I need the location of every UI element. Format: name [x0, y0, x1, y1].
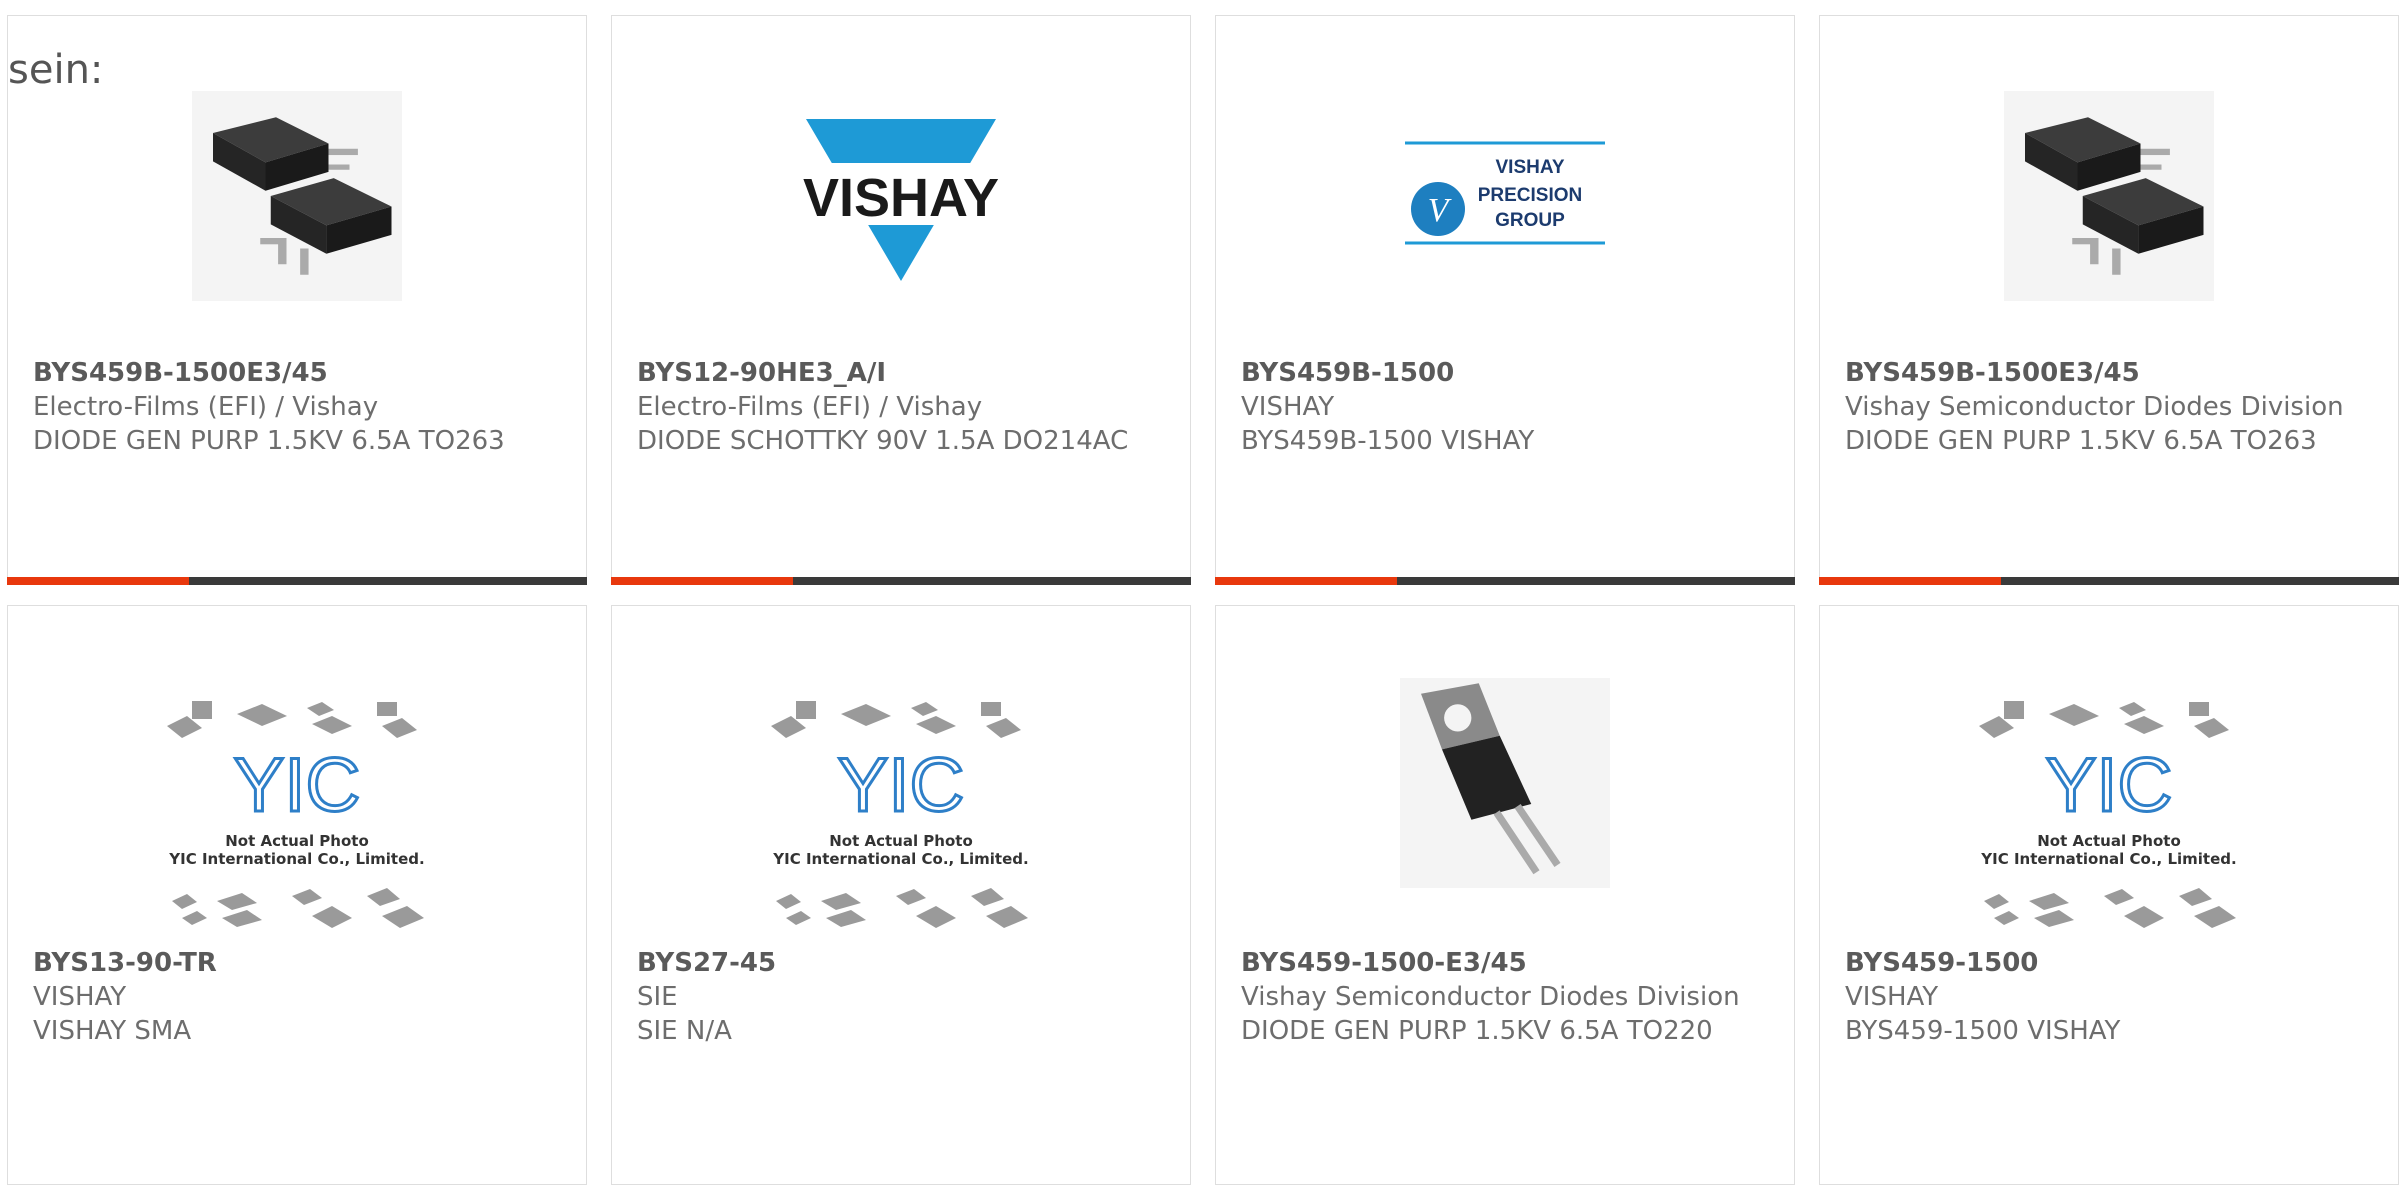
product-image[interactable]: YIC Not Actual Photo YIC International C… [8, 696, 586, 936]
part-number[interactable]: BYS13-90-TR [33, 946, 561, 980]
product-image[interactable]: YIC Not Actual Photo YIC International C… [612, 696, 1190, 936]
manufacturer: Electro-Films (EFI) / Vishay [637, 392, 983, 422]
not-actual-photo-text: Not Actual Photo [225, 832, 369, 850]
product-card[interactable]: YIC Not Actual Photo YIC International C… [1819, 605, 2399, 1185]
product-card[interactable]: V VISHAY PRECISION GROUP BYS459B-1500 VI… [1215, 15, 1795, 585]
yic-company-text: YIC International Co., Limited. [772, 850, 1028, 868]
card-bottom-bar [611, 577, 1191, 585]
yic-company-text: YIC International Co., Limited. [168, 850, 424, 868]
yic-placeholder-icon: YIC Not Actual Photo YIC International C… [167, 701, 425, 928]
card-bottom-bar [7, 577, 587, 585]
product-image[interactable]: VISHAY [612, 91, 1190, 291]
manufacturer: VISHAY [1845, 982, 1939, 1012]
product-card[interactable]: BYS459B-1500E3/45 Vishay Semiconductor D… [1819, 15, 2399, 585]
manufacturer: VISHAY [1241, 392, 1335, 422]
to220-package-icon [1400, 678, 1610, 888]
product-image[interactable] [1820, 91, 2398, 301]
manufacturer: Vishay Semiconductor Diodes Division [1241, 982, 1740, 1012]
description: DIODE SCHOTTKY 90V 1.5A DO214AC [637, 426, 1129, 456]
part-number[interactable]: BYS459-1500-E3/45 [1241, 946, 1769, 980]
product-image[interactable] [8, 91, 586, 301]
description: DIODE GEN PURP 1.5KV 6.5A TO263 [33, 426, 505, 456]
yic-logo-text: YIC [2046, 743, 2173, 828]
card-bottom-bar [1215, 577, 1795, 585]
part-number[interactable]: BYS27-45 [637, 946, 1165, 980]
product-card[interactable]: BYS459B-1500E3/45 Electro-Films (EFI) / … [7, 15, 587, 585]
part-number[interactable]: BYS459-1500 [1845, 946, 2373, 980]
part-number[interactable]: BYS12-90HE3_A/I [637, 356, 1165, 390]
logo-line-3: GROUP [1495, 210, 1565, 231]
part-number[interactable]: BYS459B-1500E3/45 [1845, 356, 2373, 390]
product-image[interactable] [1216, 678, 1794, 888]
description: SIE N/A [637, 1016, 732, 1046]
logo-line-1: VISHAY [1496, 157, 1565, 178]
part-number[interactable]: BYS459B-1500E3/45 [33, 356, 561, 390]
description: BYS459-1500 VISHAY [1845, 1016, 2121, 1046]
manufacturer: SIE [637, 982, 678, 1012]
yic-placeholder-icon: YIC Not Actual Photo YIC International C… [1979, 701, 2237, 928]
product-image[interactable]: YIC Not Actual Photo YIC International C… [1820, 696, 2398, 936]
vishay-logo-icon: VISHAY [796, 119, 1006, 281]
product-card[interactable]: BYS459-1500-E3/45 Vishay Semiconductor D… [1215, 605, 1795, 1185]
description: DIODE GEN PURP 1.5KV 6.5A TO220 [1241, 1016, 1713, 1046]
product-card[interactable]: YIC Not Actual Photo YIC International C… [611, 605, 1191, 1185]
yic-placeholder-icon: YIC Not Actual Photo YIC International C… [771, 701, 1029, 928]
logo-line-2: PRECISION [1478, 185, 1583, 206]
product-card[interactable]: YIC Not Actual Photo YIC International C… [7, 605, 587, 1185]
description: BYS459B-1500 VISHAY [1241, 426, 1535, 456]
not-actual-photo-text: Not Actual Photo [2037, 832, 2181, 850]
section-heading: sein: [8, 47, 104, 93]
description: DIODE GEN PURP 1.5KV 6.5A TO263 [1845, 426, 2317, 456]
to263-package-icon [192, 91, 402, 301]
product-image[interactable]: V VISHAY PRECISION GROUP [1216, 91, 1794, 291]
to263-package-icon [2004, 91, 2214, 301]
manufacturer: VISHAY [33, 982, 127, 1012]
description: VISHAY SMA [33, 1016, 192, 1046]
yic-logo-text: YIC [234, 743, 361, 828]
manufacturer: Electro-Films (EFI) / Vishay [33, 392, 379, 422]
card-bottom-bar [1819, 577, 2399, 585]
yic-company-text: YIC International Co., Limited. [1980, 850, 2236, 868]
part-number[interactable]: BYS459B-1500 [1241, 356, 1769, 390]
product-card[interactable]: VISHAY BYS12-90HE3_A/I Electro-Films (EF… [611, 15, 1191, 585]
manufacturer: Vishay Semiconductor Diodes Division [1845, 392, 2344, 422]
yic-logo-text: YIC [838, 743, 965, 828]
not-actual-photo-text: Not Actual Photo [829, 832, 973, 850]
vishay-precision-group-logo-icon: V VISHAY PRECISION GROUP [1405, 141, 1605, 245]
vishay-logo-text: VISHAY [803, 168, 999, 228]
